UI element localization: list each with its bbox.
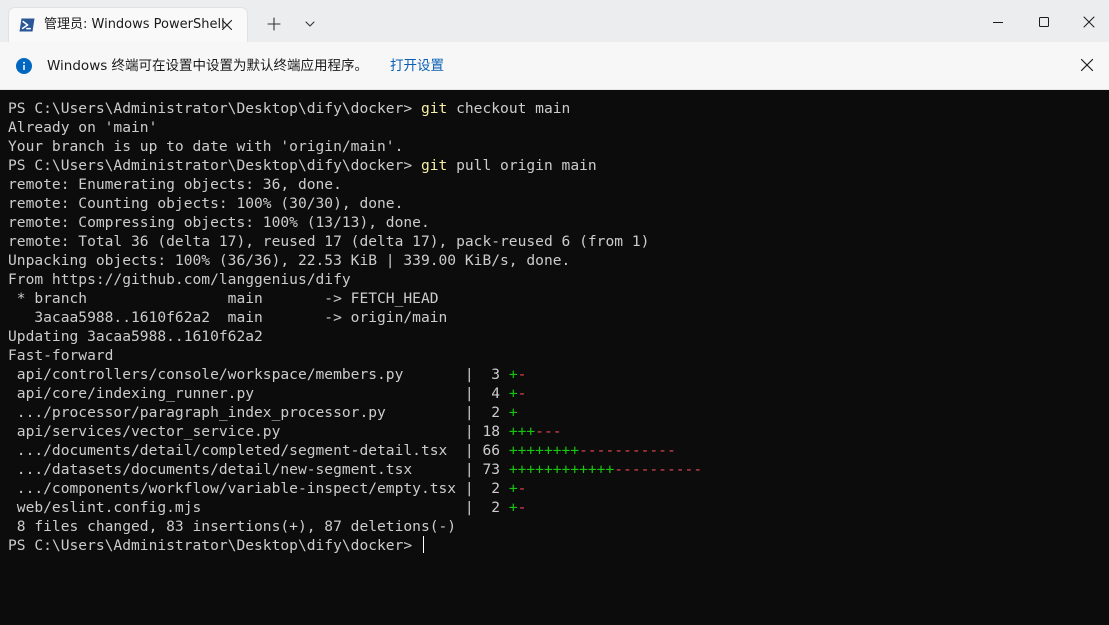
prompt: PS C:\Users\Administrator\Desktop\dify\d…	[8, 100, 421, 117]
output-text: Your branch is up to date with 'origin/m…	[8, 138, 404, 155]
terminal-line: Already on 'main'	[8, 118, 702, 137]
info-icon	[16, 58, 32, 74]
output-text: remote: Compressing objects: 100% (13/13…	[8, 214, 430, 231]
insertions-graph: +++	[508, 423, 536, 440]
terminal-window: 管理员: Windows PowerShell Windows 终端可在设置中设…	[0, 0, 1109, 625]
text-cursor	[422, 536, 424, 553]
output-text: api/controllers/console/workspace/member…	[8, 366, 509, 383]
close-icon[interactable]	[1077, 10, 1101, 34]
terminal-line: Updating 3acaa5988..1610f62a2	[8, 327, 702, 346]
terminal-output[interactable]: PS C:\Users\Administrator\Desktop\dify\d…	[0, 91, 1109, 625]
terminal-line: Unpacking objects: 100% (36/36), 22.53 K…	[8, 251, 702, 270]
terminal-line: remote: Total 36 (delta 17), reused 17 (…	[8, 232, 702, 251]
terminal-line: PS C:\Users\Administrator\Desktop\dify\d…	[8, 156, 702, 175]
close-icon[interactable]	[1079, 57, 1095, 73]
plus-icon[interactable]	[264, 14, 284, 34]
command-args: checkout main	[447, 100, 571, 117]
title-bar[interactable]: 管理员: Windows PowerShell	[0, 0, 1109, 42]
terminal-line: .../datasets/documents/detail/new-segmen…	[8, 460, 702, 479]
insertions-graph: ++++++++++++	[508, 461, 615, 478]
terminal-line: remote: Counting objects: 100% (30/30), …	[8, 194, 702, 213]
output-text: api/core/indexing_runner.py | 4	[8, 385, 509, 402]
info-message: Windows 终端可在设置中设置为默认终端应用程序。	[47, 58, 369, 74]
output-text: .../documents/detail/completed/segment-d…	[8, 442, 509, 459]
terminal-line: api/services/vector_service.py | 18 +++-…	[8, 422, 702, 441]
output-text: Fast-forward	[8, 347, 114, 364]
terminal-line: Your branch is up to date with 'origin/m…	[8, 137, 702, 156]
terminal-line: web/eslint.config.mjs | 2 +-	[8, 498, 702, 517]
terminal-line: .../documents/detail/completed/segment-d…	[8, 441, 702, 460]
maximize-icon[interactable]	[1032, 10, 1056, 34]
powershell-icon	[19, 18, 35, 32]
output-text: api/services/vector_service.py | 18	[8, 423, 509, 440]
terminal-lines: PS C:\Users\Administrator\Desktop\dify\d…	[8, 99, 702, 555]
deletions-graph: ---	[535, 423, 562, 440]
terminal-line: 3acaa5988..1610f62a2 main -> origin/main	[8, 308, 702, 327]
insertions-graph: +	[508, 404, 518, 421]
terminal-line: 8 files changed, 83 insertions(+), 87 de…	[8, 517, 702, 536]
insertions-graph: +	[508, 480, 518, 497]
terminal-line: remote: Enumerating objects: 36, done.	[8, 175, 702, 194]
terminal-line: .../processor/paragraph_index_processor.…	[8, 403, 702, 422]
open-settings-link[interactable]: 打开设置	[390, 56, 444, 76]
terminal-line: remote: Compressing objects: 100% (13/13…	[8, 213, 702, 232]
deletions-graph: -	[517, 480, 527, 497]
output-text: .../processor/paragraph_index_processor.…	[8, 404, 509, 421]
terminal-line: PS C:\Users\Administrator\Desktop\dify\d…	[8, 99, 702, 118]
output-text: .../datasets/documents/detail/new-segmen…	[8, 461, 509, 478]
chevron-down-icon[interactable]	[300, 14, 320, 34]
terminal-line: Fast-forward	[8, 346, 702, 365]
close-icon[interactable]	[219, 17, 235, 33]
deletions-graph: -----------	[579, 442, 676, 459]
output-text: remote: Enumerating objects: 36, done.	[8, 176, 342, 193]
command-name: git	[420, 157, 448, 174]
tab-powershell[interactable]: 管理员: Windows PowerShell	[8, 7, 248, 42]
deletions-graph: -	[517, 499, 527, 516]
output-text: Updating 3acaa5988..1610f62a2	[8, 328, 263, 345]
terminal-line: * branch main -> FETCH_HEAD	[8, 289, 702, 308]
command-args: pull origin main	[447, 157, 597, 174]
prompt: PS C:\Users\Administrator\Desktop\dify\d…	[8, 537, 421, 554]
insertions-graph: ++++++++	[508, 442, 580, 459]
output-text: Unpacking objects: 100% (36/36), 22.53 K…	[8, 252, 571, 269]
output-text: .../components/workflow/variable-inspect…	[8, 480, 509, 497]
insertions-graph: +	[508, 385, 518, 402]
output-text: Already on 'main'	[8, 119, 158, 136]
deletions-graph: -	[517, 366, 527, 383]
terminal-line: From https://github.com/langgenius/dify	[8, 270, 702, 289]
command-name: git	[420, 100, 448, 117]
insertions-graph: +	[508, 366, 518, 383]
insertions-graph: +	[508, 499, 518, 516]
terminal-line: api/core/indexing_runner.py | 4 +-	[8, 384, 702, 403]
terminal-line: PS C:\Users\Administrator\Desktop\dify\d…	[8, 536, 702, 555]
output-text: web/eslint.config.mjs | 2	[8, 499, 509, 516]
output-text: 3acaa5988..1610f62a2 main -> origin/main	[8, 309, 448, 326]
terminal-line: api/controllers/console/workspace/member…	[8, 365, 702, 384]
tab-title: 管理员: Windows PowerShell	[44, 17, 225, 32]
output-text: 8 files changed, 83 insertions(+), 87 de…	[8, 518, 457, 535]
output-text: remote: Counting objects: 100% (30/30), …	[8, 195, 404, 212]
minimize-icon[interactable]	[986, 10, 1010, 34]
prompt: PS C:\Users\Administrator\Desktop\dify\d…	[8, 157, 421, 174]
output-text: From https://github.com/langgenius/dify	[8, 271, 351, 288]
output-text: * branch main -> FETCH_HEAD	[8, 290, 439, 307]
info-bar: Windows 终端可在设置中设置为默认终端应用程序。 打开设置	[0, 42, 1109, 90]
deletions-graph: ----------	[614, 461, 703, 478]
deletions-graph: -	[517, 385, 527, 402]
output-text: remote: Total 36 (delta 17), reused 17 (…	[8, 233, 650, 250]
terminal-line: .../components/workflow/variable-inspect…	[8, 479, 702, 498]
